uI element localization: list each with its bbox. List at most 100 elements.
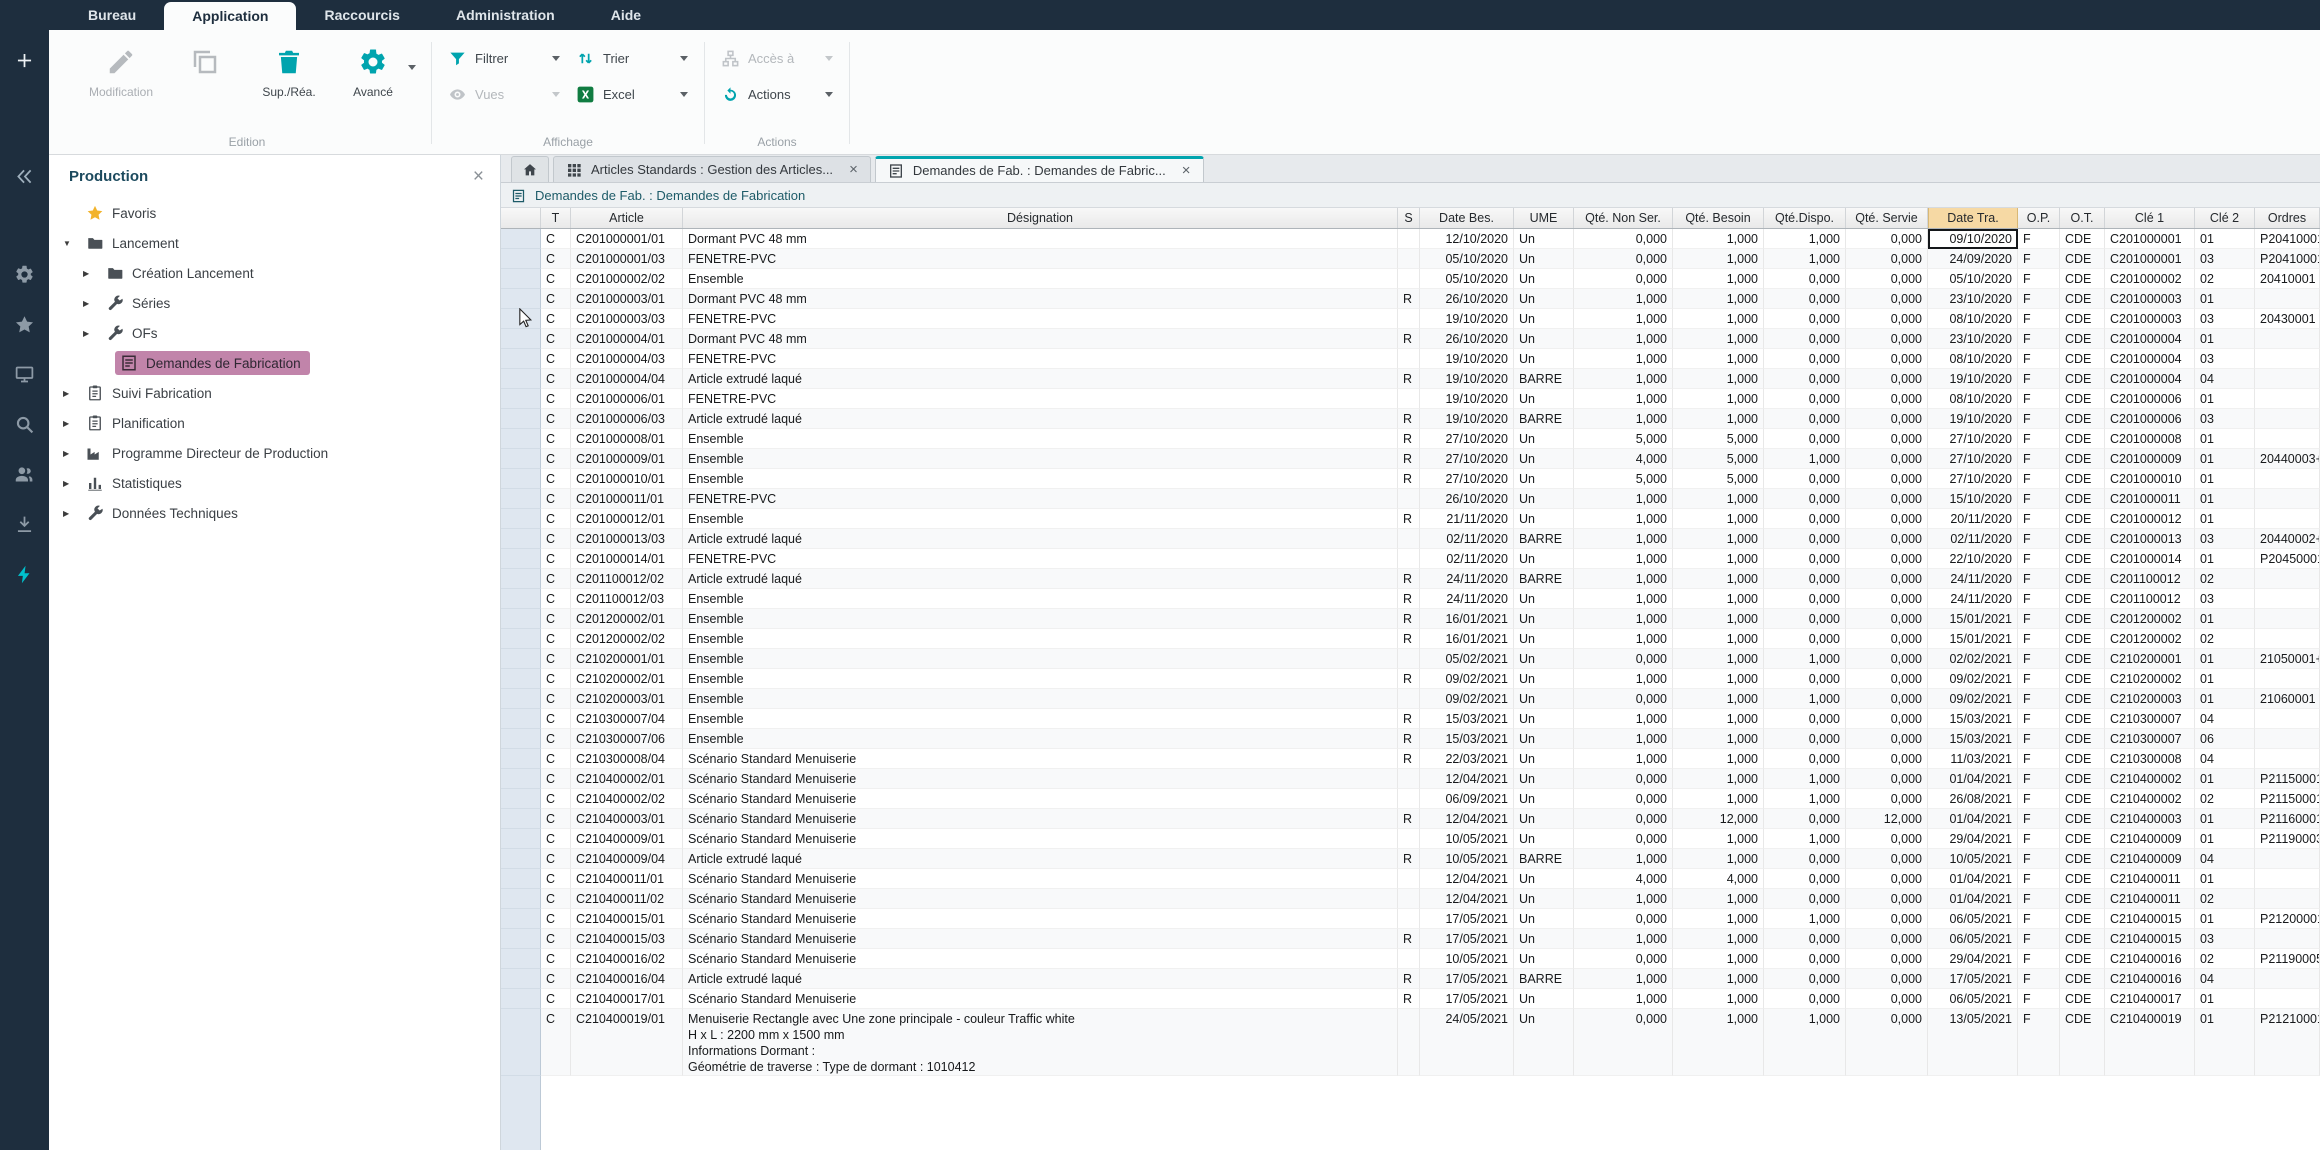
table-row[interactable]: C C210400015/03 Scénario Standard Menuis… <box>501 929 2320 949</box>
cell-article[interactable]: C201000004/03 <box>571 349 683 369</box>
row-selector[interactable] <box>501 849 541 869</box>
cell-ordres[interactable]: P20450001 <box>2255 549 2320 569</box>
cell-ume[interactable]: BARRE <box>1514 369 1574 389</box>
cell-ot[interactable]: CDE <box>2060 749 2105 769</box>
cell-type[interactable]: C <box>541 509 571 529</box>
cell-ume[interactable]: Un <box>1514 929 1574 949</box>
cell-article[interactable]: C201000010/01 <box>571 469 683 489</box>
cell-qte-servie[interactable]: 0,000 <box>1846 969 1928 989</box>
cell-date-traitement[interactable]: 11/03/2021 <box>1928 749 2018 769</box>
cell-ot[interactable]: CDE <box>2060 889 2105 909</box>
cell-designation[interactable]: FENETRE-PVC <box>683 249 1398 269</box>
cell-qte-non-servie[interactable]: 0,000 <box>1574 689 1673 709</box>
cell-qte-besoin[interactable]: 1,000 <box>1673 569 1764 589</box>
cell-article[interactable]: C210400015/01 <box>571 909 683 929</box>
cell-qte-non-servie[interactable]: 1,000 <box>1574 509 1673 529</box>
cell-date-besoin[interactable]: 12/10/2020 <box>1420 229 1514 249</box>
cell-date-besoin[interactable]: 16/01/2021 <box>1420 629 1514 649</box>
cell-ordres[interactable]: 20440003+ <box>2255 449 2320 469</box>
cell-statut[interactable]: R <box>1398 609 1420 629</box>
cell-qte-servie[interactable]: 0,000 <box>1846 289 1928 309</box>
cell-type[interactable]: C <box>541 329 571 349</box>
cell-cle1[interactable]: C201000002 <box>2105 269 2195 289</box>
column-header[interactable]: UME <box>1514 208 1574 228</box>
cell-date-traitement[interactable]: 15/03/2021 <box>1928 729 2018 749</box>
cell-date-traitement[interactable]: 09/10/2020 <box>1928 229 2018 249</box>
cell-statut[interactable] <box>1398 349 1420 369</box>
cell-date-besoin[interactable]: 06/09/2021 <box>1420 789 1514 809</box>
cell-statut[interactable] <box>1398 269 1420 289</box>
cell-date-traitement[interactable]: 01/04/2021 <box>1928 809 2018 829</box>
cell-qte-servie[interactable]: 0,000 <box>1846 1009 1928 1076</box>
cell-cle2[interactable]: 03 <box>2195 409 2255 429</box>
cell-cle2[interactable]: 01 <box>2195 869 2255 889</box>
document-tab[interactable]: Articles Standards : Gestion des Article… <box>553 156 871 182</box>
cell-op[interactable]: F <box>2018 289 2060 309</box>
cell-qte-dispo[interactable]: 1,000 <box>1764 689 1846 709</box>
row-selector[interactable] <box>501 789 541 809</box>
expander-icon[interactable]: ▼ <box>63 239 81 248</box>
cell-qte-servie[interactable]: 0,000 <box>1846 229 1928 249</box>
cell-ume[interactable]: Un <box>1514 809 1574 829</box>
cell-qte-non-servie[interactable]: 0,000 <box>1574 269 1673 289</box>
cell-date-traitement[interactable]: 23/10/2020 <box>1928 329 2018 349</box>
cell-qte-servie[interactable]: 0,000 <box>1846 369 1928 389</box>
expander-icon[interactable]: ▶ <box>63 419 81 428</box>
cell-designation[interactable]: Article extrudé laqué <box>683 569 1398 589</box>
cell-op[interactable]: F <box>2018 309 2060 329</box>
cell-qte-servie[interactable]: 0,000 <box>1846 769 1928 789</box>
cell-statut[interactable] <box>1398 249 1420 269</box>
cell-date-traitement[interactable]: 08/10/2020 <box>1928 389 2018 409</box>
cell-qte-besoin[interactable]: 1,000 <box>1673 949 1764 969</box>
cell-designation[interactable]: Article extrudé laqué <box>683 369 1398 389</box>
cell-cle2[interactable]: 01 <box>2195 1009 2255 1076</box>
cell-op[interactable]: F <box>2018 249 2060 269</box>
cell-type[interactable]: C <box>541 969 571 989</box>
cell-statut[interactable]: R <box>1398 429 1420 449</box>
cell-designation[interactable]: Article extrudé laqué <box>683 529 1398 549</box>
cell-ot[interactable]: CDE <box>2060 809 2105 829</box>
cell-ume[interactable]: BARRE <box>1514 969 1574 989</box>
cell-op[interactable]: F <box>2018 389 2060 409</box>
cell-cle2[interactable]: 01 <box>2195 229 2255 249</box>
cell-cle2[interactable]: 02 <box>2195 629 2255 649</box>
cell-designation[interactable]: Scénario Standard Menuiserie <box>683 769 1398 789</box>
cell-ordres[interactable]: P21210001 <box>2255 1009 2320 1076</box>
cell-ot[interactable]: CDE <box>2060 649 2105 669</box>
cell-article[interactable]: C201200002/01 <box>571 609 683 629</box>
cell-qte-servie[interactable]: 0,000 <box>1846 509 1928 529</box>
cell-date-traitement[interactable]: 02/02/2021 <box>1928 649 2018 669</box>
cell-date-besoin[interactable]: 26/10/2020 <box>1420 289 1514 309</box>
row-selector[interactable] <box>501 569 541 589</box>
cell-qte-dispo[interactable]: 0,000 <box>1764 329 1846 349</box>
cell-qte-besoin[interactable]: 1,000 <box>1673 909 1764 929</box>
ribbon-big-button[interactable]: Avancé <box>334 36 412 136</box>
cell-ordres[interactable] <box>2255 589 2320 609</box>
cell-statut[interactable] <box>1398 529 1420 549</box>
cell-date-traitement[interactable]: 24/11/2020 <box>1928 589 2018 609</box>
cell-qte-servie[interactable]: 0,000 <box>1846 629 1928 649</box>
cell-cle1[interactable]: C210400011 <box>2105 869 2195 889</box>
cell-qte-servie[interactable]: 0,000 <box>1846 609 1928 629</box>
cell-qte-non-servie[interactable]: 1,000 <box>1574 849 1673 869</box>
table-row[interactable]: C C201000003/03 FENETRE-PVC 19/10/2020 U… <box>501 309 2320 329</box>
cell-date-traitement[interactable]: 15/01/2021 <box>1928 629 2018 649</box>
cell-qte-besoin[interactable]: 1,000 <box>1673 709 1764 729</box>
cell-ume[interactable]: Un <box>1514 509 1574 529</box>
close-icon[interactable]: × <box>473 167 484 186</box>
cell-op[interactable]: F <box>2018 789 2060 809</box>
row-selector[interactable] <box>501 889 541 909</box>
cell-ordres[interactable]: 20440002+ <box>2255 529 2320 549</box>
cell-qte-servie[interactable]: 0,000 <box>1846 649 1928 669</box>
cell-date-besoin[interactable]: 22/03/2021 <box>1420 749 1514 769</box>
ribbon-small-button[interactable]: Vues <box>448 80 560 108</box>
nav-tree-item[interactable]: ▶ Statistiques <box>49 468 500 498</box>
cell-ot[interactable]: CDE <box>2060 569 2105 589</box>
cell-ume[interactable]: Un <box>1514 949 1574 969</box>
cell-qte-non-servie[interactable]: 1,000 <box>1574 589 1673 609</box>
expander-icon[interactable]: ▶ <box>83 329 101 338</box>
cell-date-besoin[interactable]: 05/10/2020 <box>1420 249 1514 269</box>
cell-ume[interactable]: Un <box>1514 709 1574 729</box>
cell-qte-besoin[interactable]: 1,000 <box>1673 669 1764 689</box>
cell-date-besoin[interactable]: 09/02/2021 <box>1420 689 1514 709</box>
